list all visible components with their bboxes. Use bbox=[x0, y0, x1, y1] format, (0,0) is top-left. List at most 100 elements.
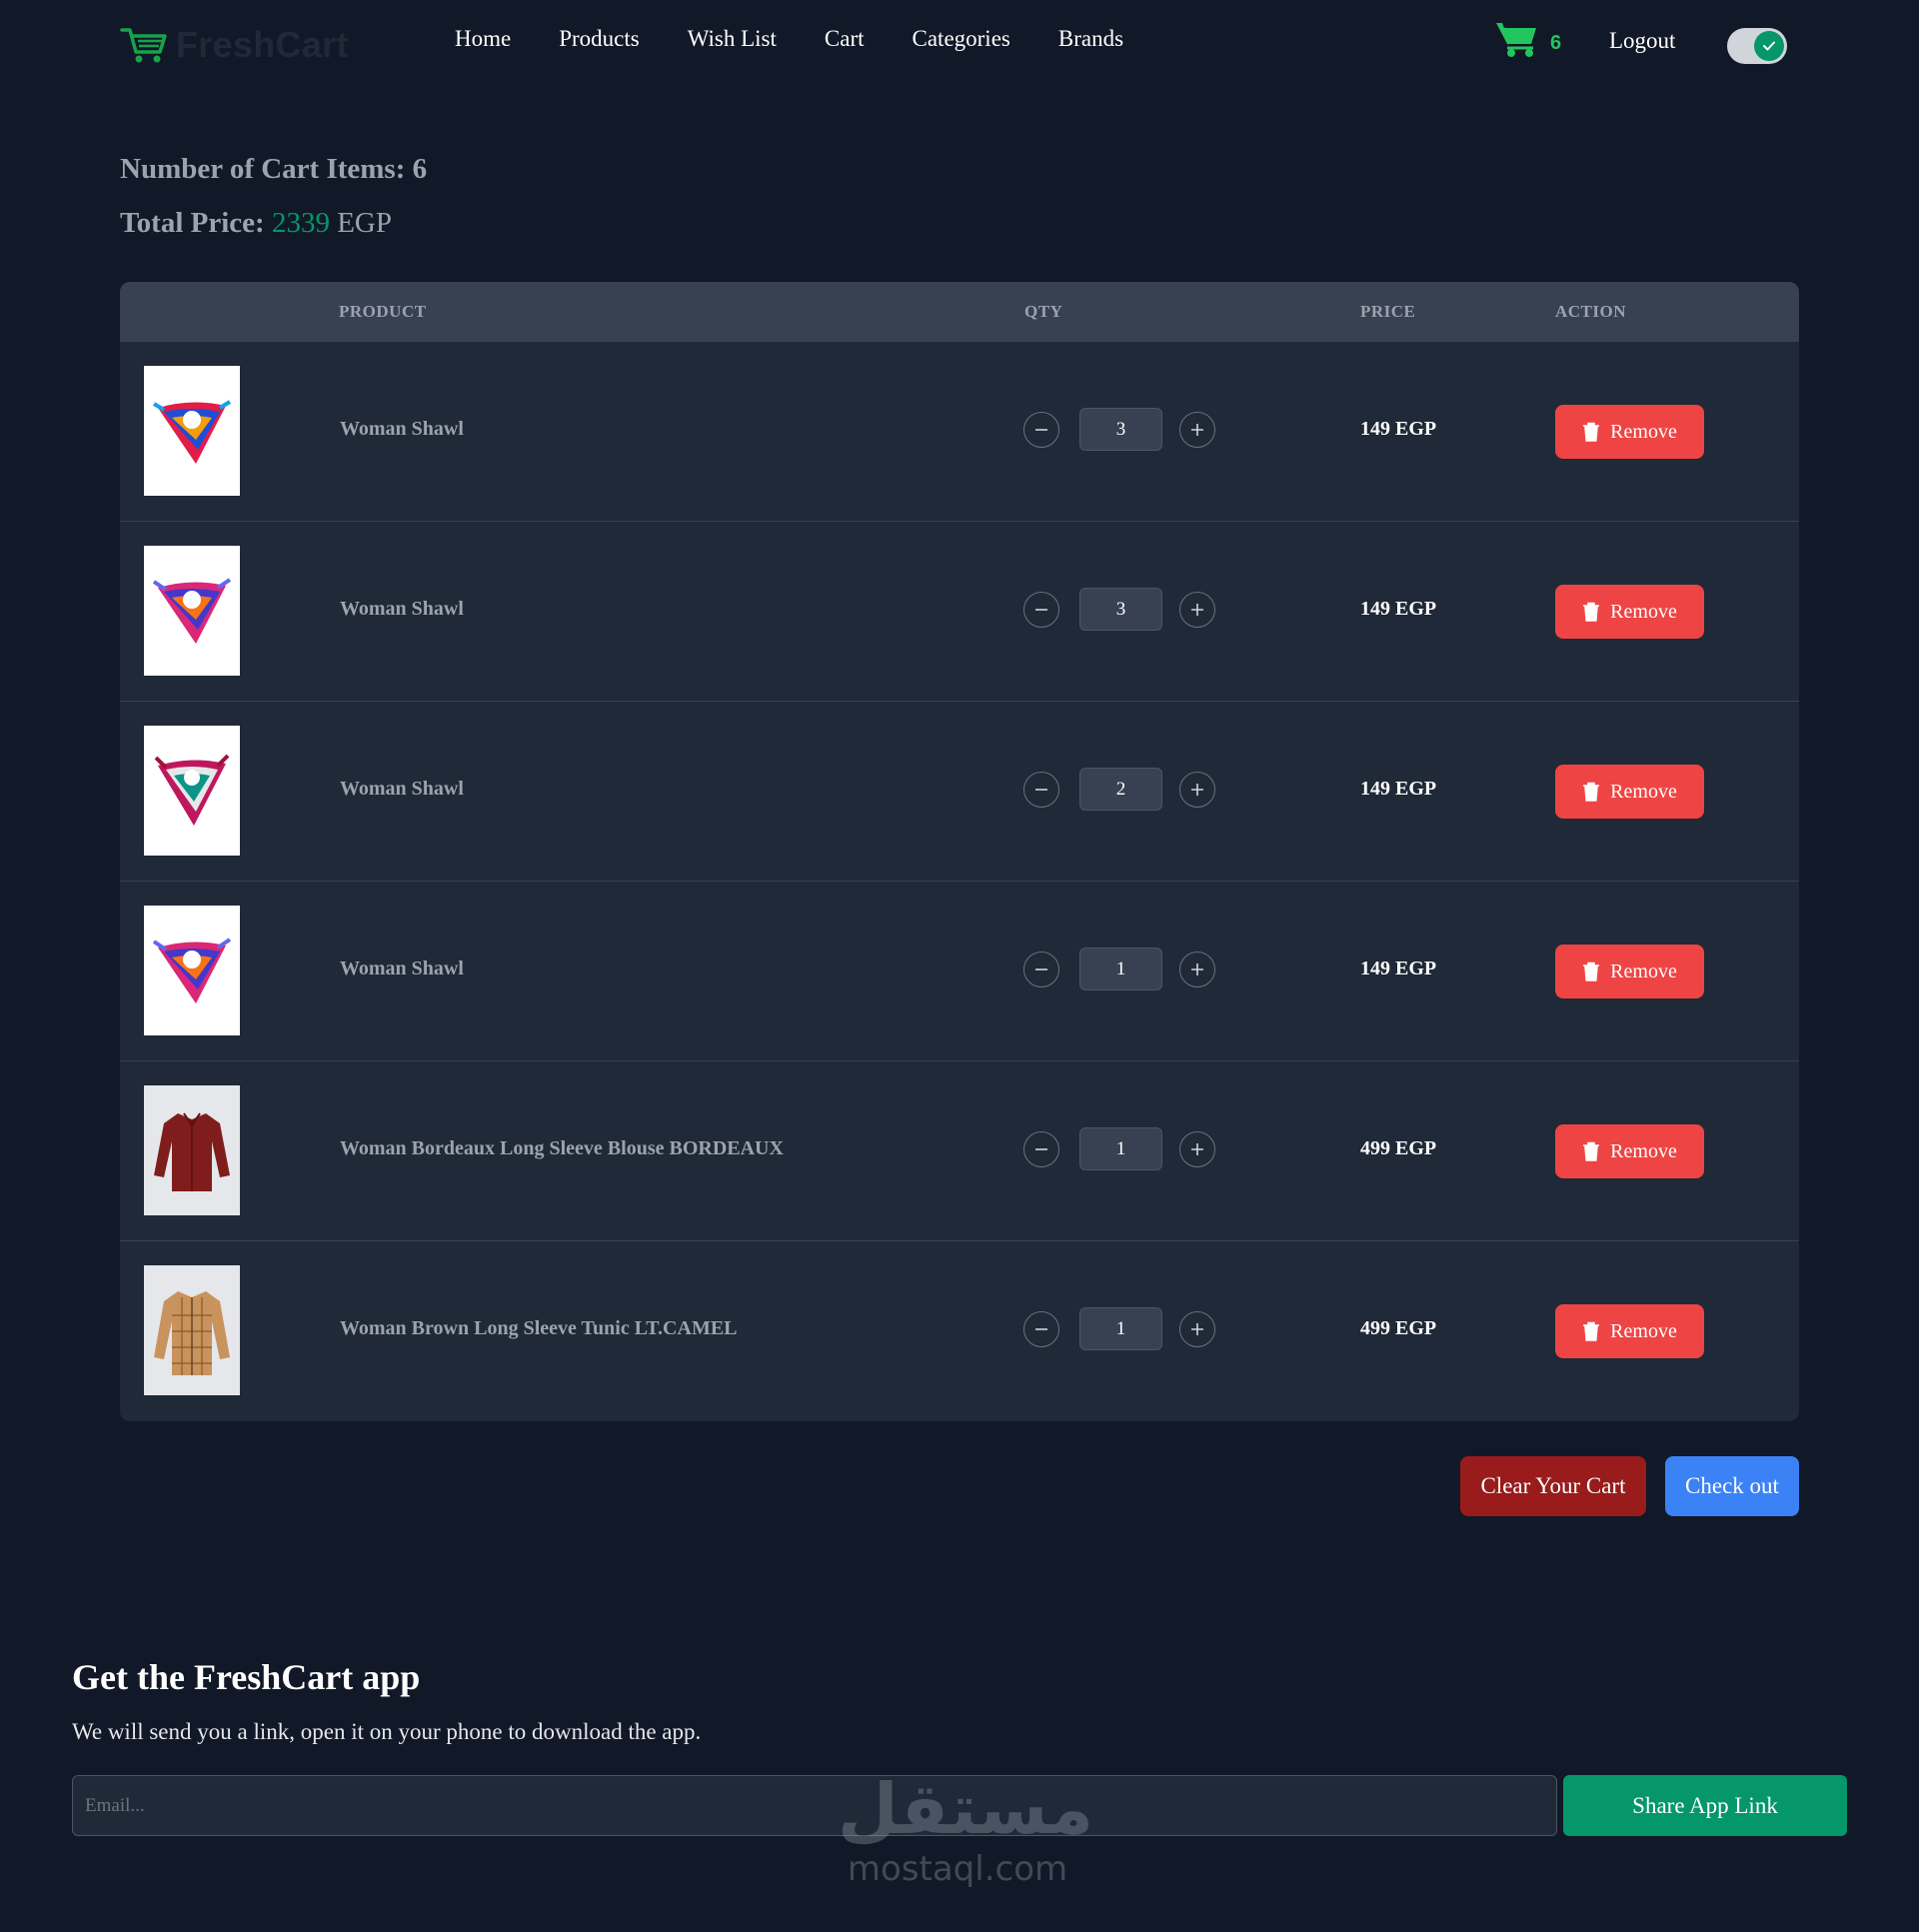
total-price-currency: EGP bbox=[337, 207, 392, 239]
nav-links: Home Products Wish List Cart Categories … bbox=[455, 26, 1171, 52]
check-icon bbox=[1763, 41, 1775, 51]
plus-icon bbox=[1191, 1143, 1203, 1155]
remove-button[interactable]: Remove bbox=[1555, 585, 1704, 639]
product-image bbox=[144, 1265, 240, 1395]
table-row: Woman Shawl 3 149 EGP Remove bbox=[120, 522, 1799, 702]
remove-button[interactable]: Remove bbox=[1555, 1124, 1704, 1178]
minus-icon bbox=[1035, 789, 1047, 791]
shawl-image-icon bbox=[152, 938, 232, 1003]
remove-label: Remove bbox=[1610, 1139, 1677, 1162]
nav-right: 6 Logout bbox=[1495, 18, 1787, 66]
header-price: PRICE bbox=[1360, 302, 1416, 321]
shopping-cart-logo-icon bbox=[120, 28, 167, 63]
remove-label: Remove bbox=[1610, 960, 1677, 982]
decrease-qty-button[interactable] bbox=[1023, 412, 1059, 448]
product-name[interactable]: Woman Bordeaux Long Sleeve Blouse BORDEA… bbox=[340, 1137, 784, 1160]
table-row: Woman Shawl 2 149 EGP Remove bbox=[120, 702, 1799, 882]
nav-link-wishlist[interactable]: Wish List bbox=[688, 26, 777, 52]
remove-label: Remove bbox=[1610, 1319, 1677, 1342]
minus-icon bbox=[1035, 609, 1047, 611]
decrease-qty-button[interactable] bbox=[1023, 952, 1059, 987]
cart-button[interactable]: 6 bbox=[1495, 18, 1561, 66]
product-name[interactable]: Woman Shawl bbox=[340, 958, 464, 980]
product-image bbox=[144, 366, 240, 496]
trash-icon bbox=[1583, 1141, 1600, 1161]
product-price: 499 EGP bbox=[1360, 1317, 1437, 1339]
product-name[interactable]: Woman Brown Long Sleeve Tunic LT.CAMEL bbox=[340, 1317, 738, 1340]
nav-link-cart[interactable]: Cart bbox=[825, 26, 865, 52]
share-app-link-button[interactable]: Share App Link bbox=[1563, 1775, 1847, 1836]
increase-qty-button[interactable] bbox=[1179, 952, 1215, 987]
quantity-field[interactable]: 3 bbox=[1079, 408, 1162, 451]
decrease-qty-button[interactable] bbox=[1023, 772, 1059, 808]
minus-icon bbox=[1035, 1328, 1047, 1330]
nav-link-brands[interactable]: Brands bbox=[1058, 26, 1123, 52]
product-name[interactable]: Woman Shawl bbox=[340, 418, 464, 441]
header-qty: QTY bbox=[1024, 302, 1063, 321]
checkout-button[interactable]: Check out bbox=[1665, 1456, 1799, 1516]
table-row: Woman Shawl 1 149 EGP Remove bbox=[120, 882, 1799, 1061]
app-section-title: Get the FreshCart app bbox=[72, 1657, 421, 1697]
quantity-field[interactable]: 3 bbox=[1079, 588, 1162, 631]
cart-count-badge: 6 bbox=[1550, 32, 1562, 54]
app-section-description: We will send you a link, open it on your… bbox=[72, 1719, 702, 1744]
nav-link-home[interactable]: Home bbox=[455, 26, 511, 52]
shawl-image-icon bbox=[152, 400, 232, 464]
cart-total-price: Total Price: 2339 EGP bbox=[120, 207, 392, 240]
product-name[interactable]: Woman Shawl bbox=[340, 598, 464, 621]
quantity-field[interactable]: 1 bbox=[1079, 1307, 1162, 1350]
table-row: Woman Shawl 3 149 EGP Remove bbox=[120, 342, 1799, 522]
cart-icon bbox=[1496, 23, 1536, 57]
product-price: 149 EGP bbox=[1360, 418, 1437, 440]
increase-qty-button[interactable] bbox=[1179, 772, 1215, 808]
logout-link[interactable]: Logout bbox=[1609, 28, 1675, 54]
remove-label: Remove bbox=[1610, 420, 1677, 443]
clear-cart-button[interactable]: Clear Your Cart bbox=[1460, 1456, 1646, 1516]
trash-icon bbox=[1583, 602, 1600, 622]
shawl-image-icon bbox=[152, 578, 232, 644]
logo[interactable]: FreshCart bbox=[120, 24, 349, 66]
plus-icon bbox=[1191, 1323, 1203, 1335]
increase-qty-button[interactable] bbox=[1179, 412, 1215, 448]
increase-qty-button[interactable] bbox=[1179, 1131, 1215, 1167]
remove-button[interactable]: Remove bbox=[1555, 1304, 1704, 1358]
product-price: 149 EGP bbox=[1360, 958, 1437, 979]
table-row: Woman Brown Long Sleeve Tunic LT.CAMEL 1… bbox=[120, 1241, 1799, 1421]
toggle-knob bbox=[1754, 31, 1784, 61]
email-field[interactable] bbox=[72, 1775, 1557, 1836]
product-image bbox=[144, 726, 240, 856]
minus-icon bbox=[1035, 1148, 1047, 1150]
remove-button[interactable]: Remove bbox=[1555, 945, 1704, 998]
trash-icon bbox=[1583, 422, 1600, 442]
blouse-image-icon bbox=[154, 1112, 230, 1191]
remove-label: Remove bbox=[1610, 600, 1677, 623]
minus-icon bbox=[1035, 429, 1047, 431]
total-price-label: Total Price: bbox=[120, 207, 265, 239]
decrease-qty-button[interactable] bbox=[1023, 592, 1059, 628]
logo-text: FreshCart bbox=[176, 24, 349, 65]
nav-link-products[interactable]: Products bbox=[559, 26, 640, 52]
plus-icon bbox=[1191, 964, 1203, 975]
navbar: FreshCart Home Products Wish List Cart C… bbox=[0, 0, 1919, 86]
theme-toggle[interactable] bbox=[1727, 28, 1787, 64]
product-image bbox=[144, 906, 240, 1035]
remove-label: Remove bbox=[1610, 780, 1677, 803]
product-image bbox=[144, 546, 240, 676]
decrease-qty-button[interactable] bbox=[1023, 1131, 1059, 1167]
trash-icon bbox=[1583, 962, 1600, 981]
table-header: PRODUCT QTY PRICE ACTION bbox=[120, 282, 1799, 342]
remove-button[interactable]: Remove bbox=[1555, 765, 1704, 819]
nav-link-categories[interactable]: Categories bbox=[913, 26, 1010, 52]
product-name[interactable]: Woman Shawl bbox=[340, 778, 464, 801]
total-price-amount: 2339 bbox=[271, 207, 330, 239]
quantity-field[interactable]: 1 bbox=[1079, 948, 1162, 990]
product-price: 149 EGP bbox=[1360, 598, 1437, 620]
quantity-field[interactable]: 1 bbox=[1079, 1127, 1162, 1170]
increase-qty-button[interactable] bbox=[1179, 1311, 1215, 1347]
header-product: PRODUCT bbox=[339, 302, 427, 321]
remove-button[interactable]: Remove bbox=[1555, 405, 1704, 459]
product-price: 149 EGP bbox=[1360, 778, 1437, 800]
decrease-qty-button[interactable] bbox=[1023, 1311, 1059, 1347]
increase-qty-button[interactable] bbox=[1179, 592, 1215, 628]
quantity-field[interactable]: 2 bbox=[1079, 768, 1162, 811]
